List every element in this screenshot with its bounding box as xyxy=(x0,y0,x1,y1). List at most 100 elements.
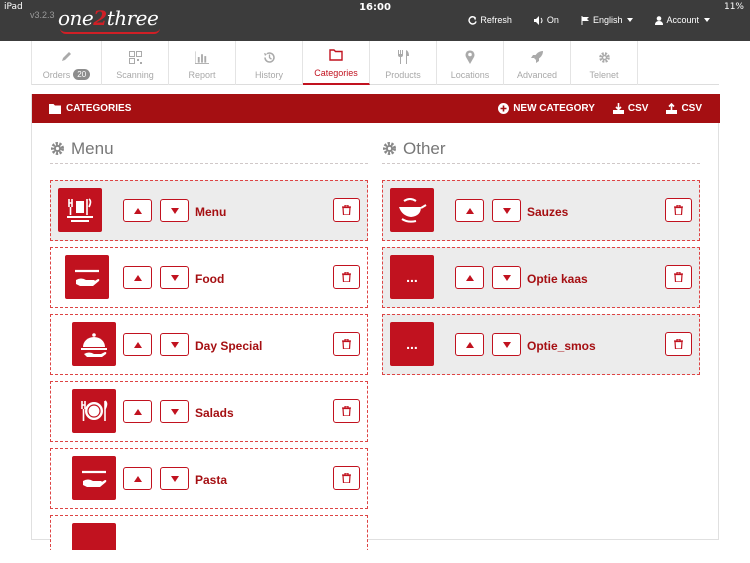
serving-hand-icon xyxy=(65,255,109,299)
category-row[interactable]: Food xyxy=(50,247,368,308)
delete-button[interactable] xyxy=(665,198,692,222)
category-row[interactable]: Salads xyxy=(50,381,368,442)
tab-label: Orders xyxy=(42,69,71,80)
move-up-button[interactable] xyxy=(455,266,484,289)
category-row[interactable]: Pasta xyxy=(50,448,368,509)
trash-icon xyxy=(674,339,683,349)
csv-upload-label: CSV xyxy=(681,103,702,114)
arrow-down-icon xyxy=(502,207,511,214)
tab-advanced[interactable]: Advanced xyxy=(504,41,571,85)
tab-products[interactable]: Products xyxy=(370,41,437,85)
ellipsis-icon: ... xyxy=(390,255,434,299)
move-up-button[interactable] xyxy=(123,400,152,423)
tab-label: Telenet xyxy=(589,70,619,80)
ellipsis-icon: ... xyxy=(390,322,434,366)
arrow-down-icon xyxy=(170,207,179,214)
user-icon xyxy=(655,15,664,25)
delete-button[interactable] xyxy=(333,265,360,289)
trash-icon xyxy=(342,205,351,215)
refresh-button[interactable]: Refresh xyxy=(468,15,512,25)
arrow-down-icon xyxy=(170,341,179,348)
tab-label: Categories xyxy=(314,68,358,78)
serving-hand-icon xyxy=(72,456,116,500)
move-down-button[interactable] xyxy=(492,266,521,289)
delete-button[interactable] xyxy=(333,466,360,490)
category-row[interactable]: ... Optie_smos xyxy=(382,314,700,375)
gear-icon xyxy=(597,50,611,64)
upload-icon xyxy=(666,103,678,114)
move-up-button[interactable] xyxy=(455,333,484,356)
arrow-up-icon xyxy=(133,274,142,281)
category-icon xyxy=(72,523,116,550)
delete-button[interactable] xyxy=(333,332,360,356)
move-up-button[interactable] xyxy=(123,333,152,356)
trash-icon xyxy=(342,339,351,349)
sound-toggle[interactable]: On xyxy=(533,15,559,25)
csv-download-button[interactable]: CSV xyxy=(612,103,649,114)
delete-button[interactable] xyxy=(665,265,692,289)
arrow-up-icon xyxy=(133,207,142,214)
column-title: Menu xyxy=(71,138,114,158)
move-up-button[interactable] xyxy=(123,467,152,490)
category-row[interactable]: ... Optie kaas xyxy=(382,247,700,308)
app-topbar: iPad 16:00 11% v3.2.3 one2three Refresh … xyxy=(0,0,750,41)
move-up-button[interactable] xyxy=(123,266,152,289)
language-dropdown[interactable]: English xyxy=(581,15,634,25)
tab-label: History xyxy=(254,70,283,80)
arrow-up-icon xyxy=(465,341,474,348)
delete-button[interactable] xyxy=(665,332,692,356)
tab-label: Products xyxy=(385,70,421,80)
arrow-down-icon xyxy=(502,274,511,281)
csv-upload-button[interactable]: CSV xyxy=(666,103,702,114)
category-row[interactable]: Menu xyxy=(50,180,368,241)
tab-report[interactable]: Report xyxy=(169,41,236,85)
category-row[interactable]: Sauzes xyxy=(382,180,700,241)
download-icon xyxy=(612,103,624,114)
orders-count-badge: 20 xyxy=(73,69,91,80)
arrow-up-icon xyxy=(133,341,142,348)
csv-download-label: CSV xyxy=(627,103,649,114)
category-list[interactable]: Menu Food Day Special Salads Pasta xyxy=(50,180,368,550)
map-pin-icon xyxy=(463,50,477,64)
tab-telenet[interactable]: Telenet xyxy=(571,41,638,85)
move-down-button[interactable] xyxy=(160,266,189,289)
move-down-button[interactable] xyxy=(160,400,189,423)
logo-swoosh xyxy=(60,28,160,34)
category-name: Salads xyxy=(195,406,234,420)
account-dropdown[interactable]: Account xyxy=(655,15,710,25)
category-row-partial[interactable] xyxy=(50,515,368,550)
arrow-up-icon xyxy=(133,408,142,415)
move-down-button[interactable] xyxy=(492,199,521,222)
tab-label: Advanced xyxy=(516,70,558,80)
category-row[interactable]: Day Special xyxy=(50,314,368,375)
move-down-button[interactable] xyxy=(492,333,521,356)
chevron-down-icon xyxy=(704,18,710,22)
tab-locations[interactable]: Locations xyxy=(437,41,504,85)
speaker-icon xyxy=(533,15,543,25)
trash-icon xyxy=(674,272,683,282)
category-name: Optie_smos xyxy=(527,339,596,353)
category-list[interactable]: Sauzes ... Optie kaas ... Optie_smos xyxy=(382,180,700,550)
history-icon xyxy=(262,50,276,64)
status-battery: 11% xyxy=(723,2,744,12)
folder-icon xyxy=(329,48,343,62)
tab-history[interactable]: History xyxy=(236,41,303,85)
move-down-button[interactable] xyxy=(160,467,189,490)
tab-scanning[interactable]: Scanning xyxy=(102,41,169,85)
delete-button[interactable] xyxy=(333,399,360,423)
move-down-button[interactable] xyxy=(160,199,189,222)
move-down-button[interactable] xyxy=(160,333,189,356)
move-up-button[interactable] xyxy=(123,199,152,222)
plus-circle-icon xyxy=(498,103,510,114)
tab-categories[interactable]: Categories xyxy=(303,41,370,85)
refresh-label: Refresh xyxy=(480,15,512,25)
delete-button[interactable] xyxy=(333,198,360,222)
category-name: Optie kaas xyxy=(527,272,588,286)
trash-icon xyxy=(342,406,351,416)
new-category-button[interactable]: NEW CATEGORY xyxy=(498,103,595,114)
panel-header: CATEGORIES NEW CATEGORY CSV CSV xyxy=(32,94,720,123)
tab-orders[interactable]: Orders 20 xyxy=(31,41,102,85)
meal-tray-icon xyxy=(58,188,102,232)
category-name: Day Special xyxy=(195,339,263,353)
move-up-button[interactable] xyxy=(455,199,484,222)
